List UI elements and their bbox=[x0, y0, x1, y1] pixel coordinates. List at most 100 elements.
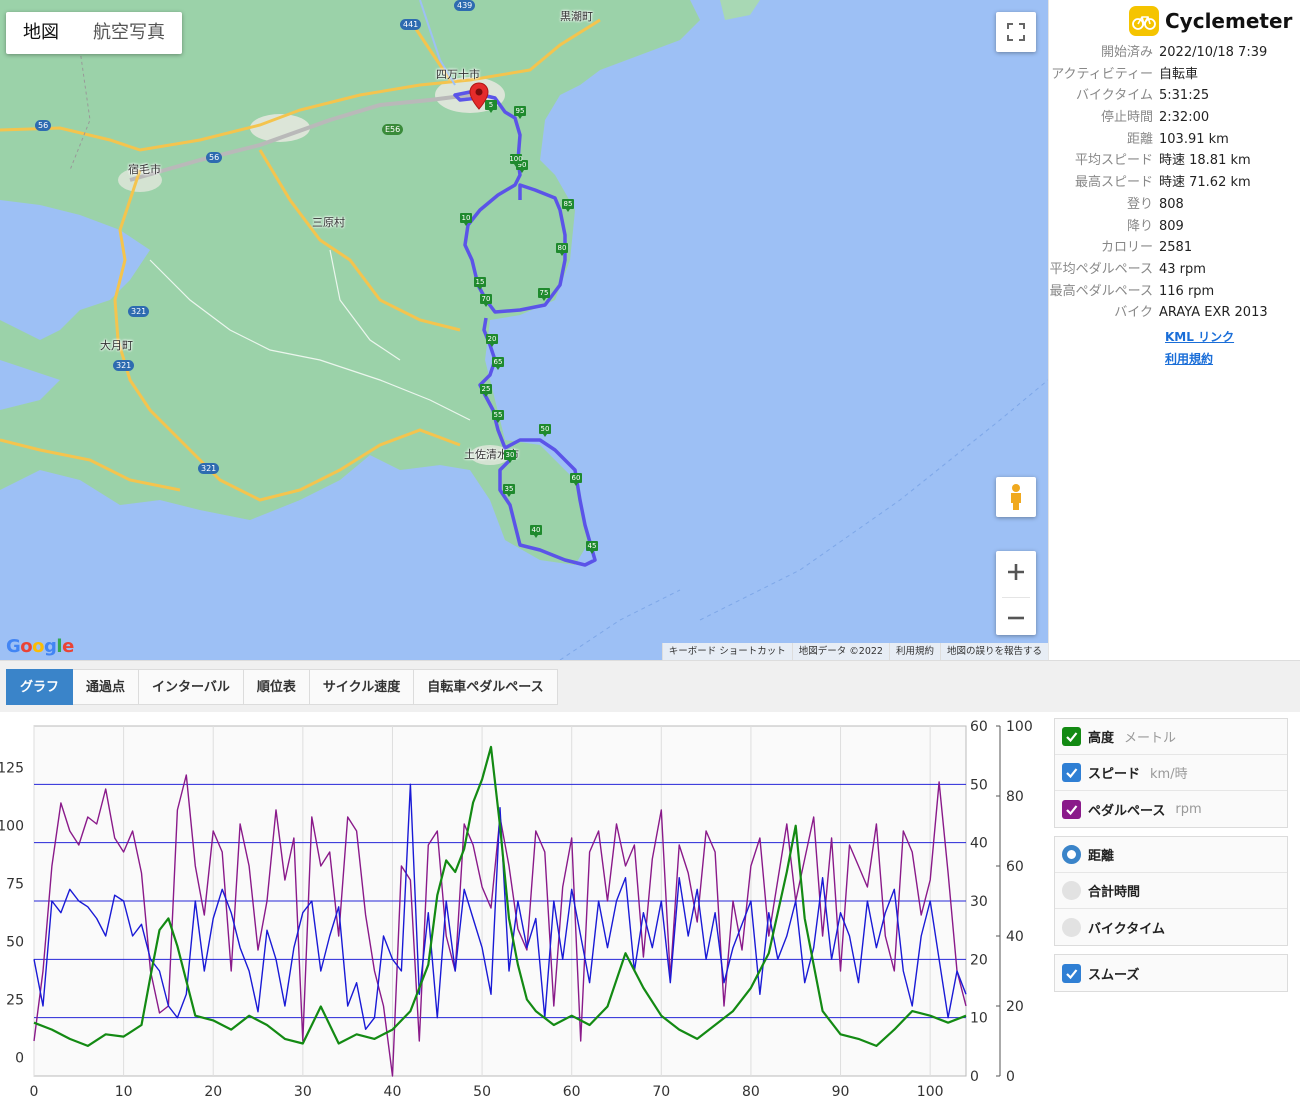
route-shield: E56 bbox=[382, 124, 404, 135]
route-shield: 441 bbox=[400, 19, 422, 30]
route-map[interactable]: 四万十市 黒潮町 宿毛市 三原村 大月町 土佐清水市 441 439 56 56… bbox=[0, 0, 1048, 660]
location-pin-icon[interactable] bbox=[469, 82, 489, 110]
cadence-tick-label: 100 bbox=[1006, 719, 1033, 735]
tab-2[interactable]: インターバル bbox=[139, 669, 244, 705]
map-terms-link[interactable]: 利用規約 bbox=[888, 643, 940, 660]
report-error-link[interactable]: 地図の誤りを報告する bbox=[939, 643, 1048, 660]
stat-label: 停止時間 bbox=[1100, 110, 1153, 126]
place-label: 宿毛市 bbox=[128, 163, 161, 176]
route-shield: 321 bbox=[198, 463, 220, 474]
ride-info-panel: Cyclemeter 開始済み 2022/10/18 7:39 アクティビティー 自転… bbox=[1048, 0, 1300, 660]
radio-icon[interactable] bbox=[1062, 845, 1081, 864]
altitude-tick-label: 25 bbox=[6, 993, 24, 1009]
tab-bar: グラフ 通過点 インターバル 順位表 サイクル速度 自転車ペダルペース bbox=[0, 660, 1300, 712]
stat-row: バイク ARAYA EXR 2013 bbox=[1049, 302, 1300, 324]
plus-icon[interactable] bbox=[996, 551, 1036, 593]
x-tick-label: 30 bbox=[294, 1084, 312, 1100]
stat-label: カロリー bbox=[1100, 240, 1153, 256]
map-type-control[interactable]: 地図 航空写真 bbox=[6, 12, 182, 54]
stat-label: 最高ペダルペース bbox=[1049, 283, 1153, 299]
stat-value: 116 rpm bbox=[1159, 283, 1215, 299]
tab-5[interactable]: 自転車ペダルペース bbox=[414, 669, 558, 705]
street-view-button[interactable] bbox=[996, 477, 1036, 517]
route-shield: 321 bbox=[128, 306, 150, 317]
tab-1[interactable]: 通過点 bbox=[73, 669, 140, 705]
checkbox-icon[interactable] bbox=[1062, 763, 1081, 782]
route-shield: 439 bbox=[454, 0, 476, 11]
stat-label: バイク bbox=[1114, 305, 1153, 321]
axis-mode-option[interactable]: 合計時間 bbox=[1055, 873, 1287, 909]
x-tick-label: 60 bbox=[563, 1084, 581, 1100]
map-canvas bbox=[0, 0, 1048, 660]
google-logo: Google bbox=[6, 636, 74, 657]
checkbox-icon[interactable] bbox=[1062, 963, 1081, 983]
smooth-toggle[interactable]: スムーズ bbox=[1055, 955, 1287, 991]
stat-label: バイクタイム bbox=[1076, 88, 1153, 104]
series-name: 高度 bbox=[1088, 731, 1115, 746]
smooth-label: スムーズ bbox=[1088, 967, 1140, 983]
axis-mode-option[interactable]: 距離 bbox=[1055, 837, 1287, 873]
kml-link[interactable]: KML リンク bbox=[1165, 326, 1234, 348]
stat-row: カロリー 2581 bbox=[1049, 237, 1300, 259]
series-toggles: 高度 メートル スピード km/時 ペダルペース rpm bbox=[1054, 718, 1288, 828]
zoom-control bbox=[996, 551, 1036, 635]
x-tick-label: 40 bbox=[384, 1084, 402, 1100]
stat-row: 最高ペダルペース 116 rpm bbox=[1049, 281, 1300, 303]
altitude-tick-label: 125 bbox=[0, 761, 24, 777]
chart-legend: 高度 メートル スピード km/時 ペダルペース rpm 距離 合計時間 バイク… bbox=[1054, 718, 1288, 1000]
checkbox-icon[interactable] bbox=[1062, 799, 1081, 819]
stat-value: 2022/10/18 7:39 bbox=[1159, 45, 1268, 60]
x-tick-label: 80 bbox=[742, 1084, 760, 1100]
axis-mode-option[interactable]: バイクタイム bbox=[1055, 909, 1287, 945]
stat-row: 最高スピード 時速 71.62 km bbox=[1049, 172, 1300, 194]
stat-row: 登り 808 bbox=[1049, 194, 1300, 216]
stat-value: 103.91 km bbox=[1159, 131, 1229, 147]
smooth-toggle-group: スムーズ bbox=[1054, 954, 1288, 992]
route-shield: 321 bbox=[113, 360, 135, 371]
x-tick-label: 20 bbox=[204, 1084, 222, 1100]
stat-value: 自転車 bbox=[1159, 66, 1199, 82]
cyclemeter-app: 四万十市 黒潮町 宿毛市 三原村 大月町 土佐清水市 441 439 56 56… bbox=[0, 0, 1300, 1103]
ride-chart[interactable]: 0 10 20 30 40 50 60 70 80 90 100 0 25 50 75 100 125 0 10 20… bbox=[0, 712, 1050, 1103]
place-label: 四万十市 bbox=[436, 68, 480, 81]
speed-tick-label: 40 bbox=[970, 836, 988, 852]
series-unit: km/時 bbox=[1150, 767, 1188, 782]
x-tick-label: 100 bbox=[917, 1084, 944, 1100]
stat-value: 5:31:25 bbox=[1159, 88, 1210, 104]
stat-label: 最高スピード bbox=[1074, 175, 1153, 191]
axis-mode-name: 合計時間 bbox=[1088, 885, 1141, 900]
radio-icon[interactable] bbox=[1062, 881, 1081, 900]
map-type-satellite[interactable]: 航空写真 bbox=[76, 12, 182, 54]
stat-row: 平均ペダルペース 43 rpm bbox=[1049, 259, 1300, 281]
axis-mode-name: 距離 bbox=[1088, 849, 1115, 864]
speed-tick-label: 60 bbox=[970, 719, 988, 735]
tab-0[interactable]: グラフ bbox=[6, 669, 74, 705]
stat-label: 平均スピード bbox=[1074, 153, 1153, 169]
map-attribution: キーボード ショートカット 地図データ ©2022 利用規約 地図の誤りを報告す… bbox=[661, 643, 1048, 660]
terms-link[interactable]: 利用規約 bbox=[1165, 348, 1234, 370]
cadence-tick-label: 0 bbox=[1006, 1069, 1015, 1085]
series-toggle[interactable]: スピード km/時 bbox=[1055, 755, 1287, 791]
place-label: 大月町 bbox=[100, 339, 133, 352]
stat-row: 開始済み 2022/10/18 7:39 bbox=[1049, 42, 1300, 64]
series-toggle[interactable]: ペダルペース rpm bbox=[1055, 791, 1287, 827]
cadence-tick-label: 80 bbox=[1006, 789, 1024, 805]
radio-icon[interactable] bbox=[1062, 917, 1081, 937]
stat-value: 808 bbox=[1159, 196, 1184, 212]
stat-label: アクティビティー bbox=[1051, 66, 1153, 82]
altitude-tick-label: 75 bbox=[6, 877, 24, 893]
checkbox-icon[interactable] bbox=[1062, 727, 1081, 746]
graph-panel: 0 10 20 30 40 50 60 70 80 90 100 0 25 50 75 100 125 0 10 20… bbox=[0, 712, 1300, 1103]
place-label: 黒潮町 bbox=[560, 10, 593, 23]
brand: Cyclemeter bbox=[1129, 6, 1292, 36]
tabs: グラフ 通過点 インターバル 順位表 サイクル速度 自転車ペダルペース bbox=[6, 669, 558, 705]
stat-value: 2:32:00 bbox=[1159, 110, 1210, 126]
keyboard-shortcuts-link[interactable]: キーボード ショートカット bbox=[661, 643, 792, 660]
map-type-map[interactable]: 地図 bbox=[6, 12, 76, 54]
tab-3[interactable]: 順位表 bbox=[243, 669, 310, 705]
fullscreen-button[interactable] bbox=[996, 12, 1036, 52]
series-toggle[interactable]: 高度 メートル bbox=[1055, 719, 1287, 755]
speed-tick-label: 20 bbox=[970, 952, 988, 968]
minus-icon[interactable] bbox=[996, 598, 1036, 639]
tab-4[interactable]: サイクル速度 bbox=[309, 669, 415, 705]
